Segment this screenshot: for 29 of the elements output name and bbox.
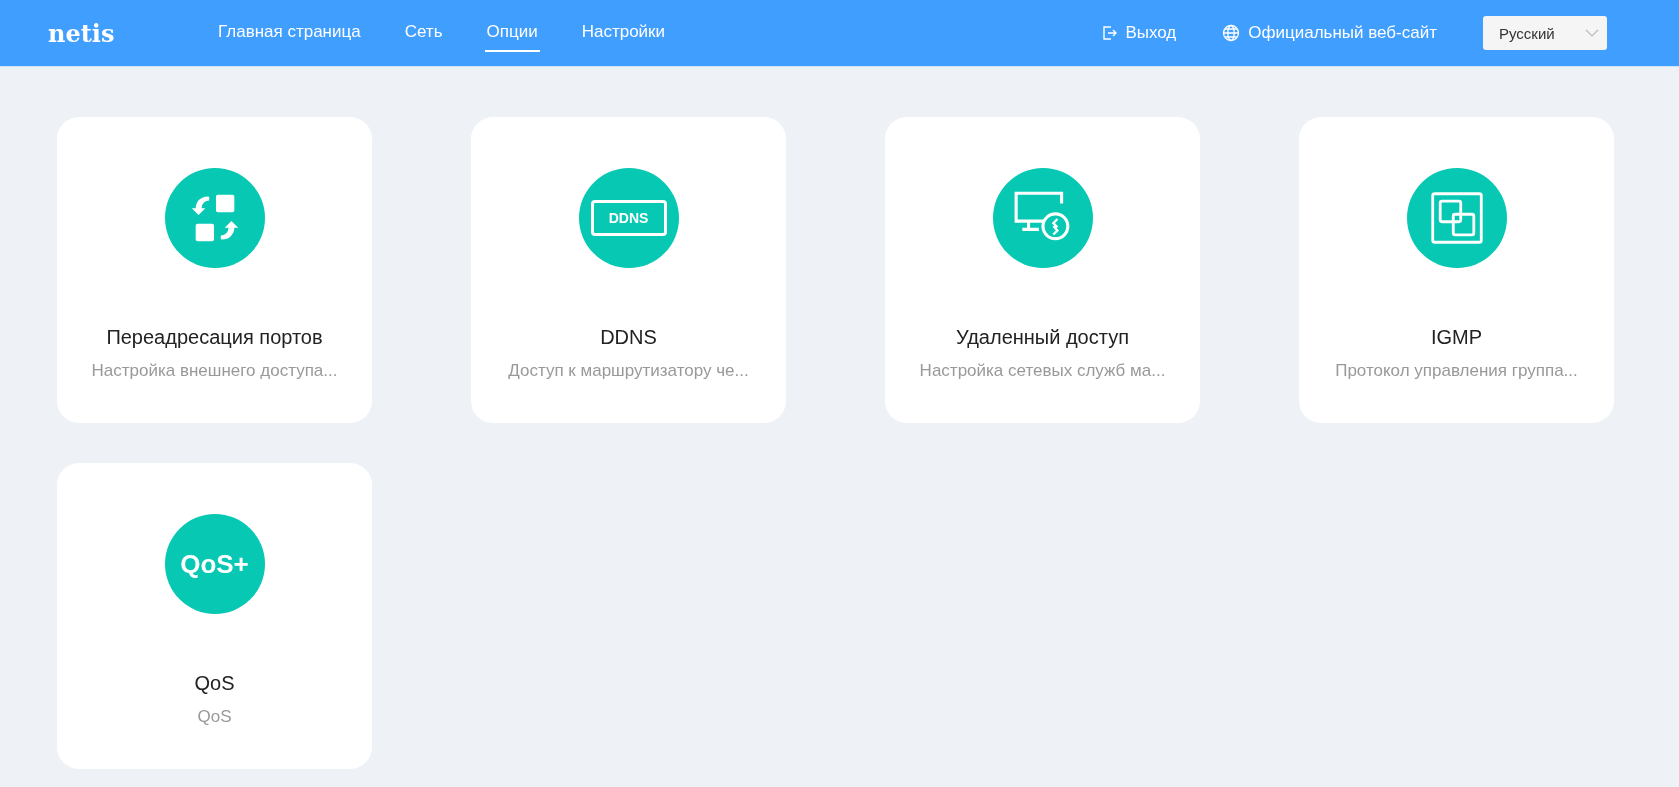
qos-icon-label: QoS+ [180,548,249,580]
card-description: QoS [197,707,232,727]
chevron-down-icon [1585,29,1599,37]
feature-card[interactable]: Переадресация портов Настройка внешнего доступа... [57,117,372,423]
card-title: Переадресация портов [106,326,323,349]
screen-icon: DDNS [590,200,667,236]
overlapping-squares-icon [1428,190,1485,246]
card-description: Протокол управления группа... [1335,361,1578,381]
card-description: Настройка сетевых служб ма... [919,361,1166,381]
website-link[interactable]: Официальный веб-сайт [1222,23,1437,43]
card-description: Доступ к маршрутизатору че... [508,361,749,381]
logout-link[interactable]: Выход [1101,23,1177,43]
logo[interactable]: netis [48,18,208,48]
card-title: Удаленный доступ [956,326,1129,349]
feature-card[interactable]: IGMP Протокол управления группа... [1299,117,1614,423]
card-title: IGMP [1430,326,1483,349]
nav-tab[interactable]: Главная страница [216,14,363,52]
globe-icon [1222,24,1241,42]
card-title: DDNS [600,326,657,349]
language-select[interactable]: Русский [1483,16,1607,50]
nav-tab[interactable]: Сеть [402,14,445,52]
feature-card[interactable]: DDNS DDNS Доступ к маршрутизатору че... [471,117,786,423]
nav-tab[interactable]: Настройки [579,14,668,52]
card-description: Настройка внешнего доступа... [91,361,338,381]
nav-tab[interactable]: Опции [484,14,540,52]
card-title: QoS [194,672,235,695]
exit-icon [1101,25,1118,41]
feature-card[interactable]: Удаленный доступ Настройка сетевых служб ма... [885,117,1200,423]
feature-card[interactable]: QoS+ QoS QoS [57,463,372,769]
